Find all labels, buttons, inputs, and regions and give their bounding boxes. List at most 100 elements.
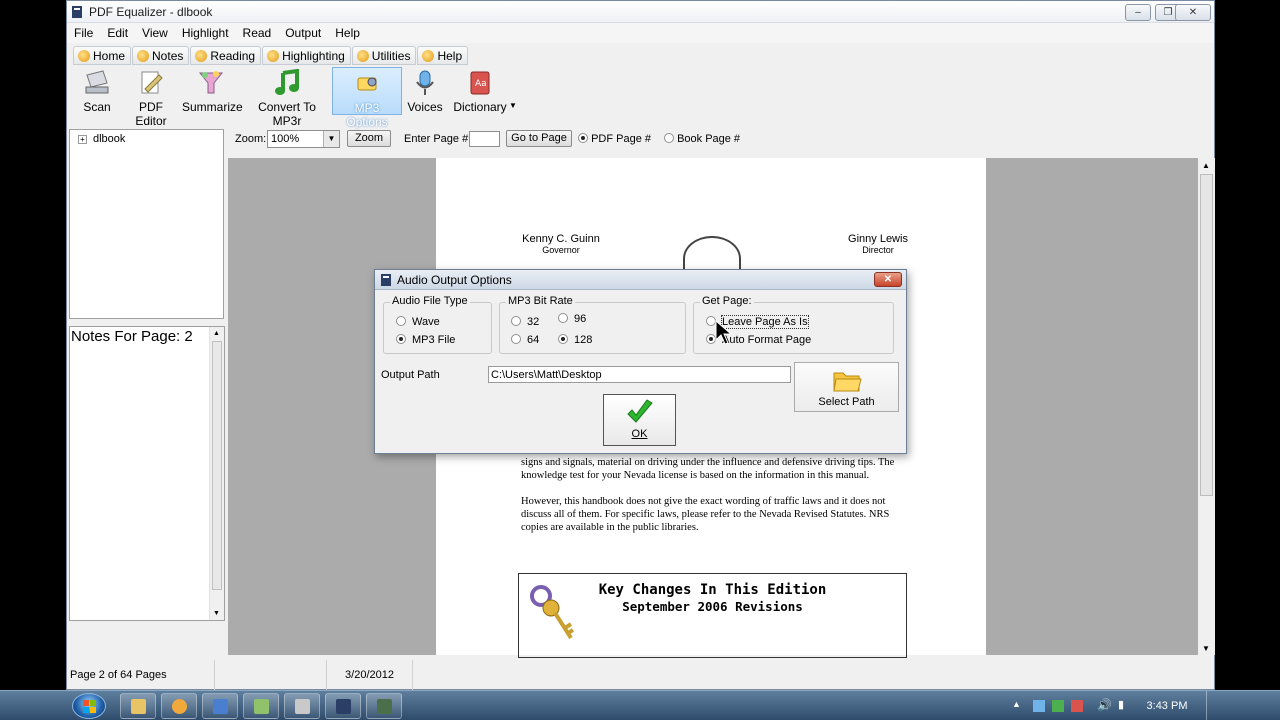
dictionary-label: Dictionary xyxy=(453,100,507,114)
page-number-input[interactable] xyxy=(469,131,500,147)
scroll-thumb[interactable] xyxy=(212,341,222,590)
scroll-up-icon[interactable]: ▲ xyxy=(1202,161,1210,170)
option-label: MP3 File xyxy=(412,334,456,346)
zoom-button[interactable]: Zoom xyxy=(347,130,391,147)
taskbar: ▲ 🔊 ▮ 3:43 PM xyxy=(0,690,1280,720)
summarize-button[interactable]: Summarize xyxy=(182,67,243,115)
expand-icon[interactable]: + xyxy=(78,135,87,144)
taskbar-pdf-equalizer[interactable] xyxy=(325,693,361,719)
radio-indicator xyxy=(664,133,674,143)
close-button[interactable]: ✕ xyxy=(1175,4,1211,21)
app-icon xyxy=(254,699,269,714)
toolbar-overflow-icon[interactable]: ▼ xyxy=(509,101,517,110)
tree-node-label: dlbook xyxy=(93,133,126,145)
bitrate-96-radio[interactable]: 96 xyxy=(558,313,586,325)
taskbar-app[interactable] xyxy=(243,693,279,719)
option-label: 96 xyxy=(574,313,587,325)
scroll-thumb[interactable] xyxy=(1200,174,1213,496)
scroll-down-icon[interactable]: ▼ xyxy=(213,610,220,617)
convert-to-mp3-button[interactable]: Convert To MP3r xyxy=(244,67,330,128)
mp3-bit-rate-group: MP3 Bit Rate 32 96 64 128 xyxy=(499,295,686,354)
group-label: Get Page: xyxy=(700,295,754,307)
show-desktop-button[interactable] xyxy=(1206,691,1216,720)
security-icon[interactable] xyxy=(1052,700,1064,712)
convert-to-mp3-label: Convert To MP3r xyxy=(258,100,316,128)
scan-button[interactable]: Scan xyxy=(79,67,115,115)
taskbar-explorer[interactable] xyxy=(120,693,156,719)
taskbar-utility[interactable] xyxy=(366,693,402,719)
scroll-up-icon[interactable]: ▲ xyxy=(213,330,220,337)
radio-indicator xyxy=(558,313,568,323)
taskbar-word[interactable] xyxy=(202,693,238,719)
notes-scrollbar[interactable]: ▲ ▼ xyxy=(209,327,224,620)
bitrate-64-radio[interactable]: 64 xyxy=(511,334,539,346)
menu-file[interactable]: File xyxy=(67,23,100,43)
wave-radio[interactable]: Wave xyxy=(396,316,440,328)
voices-button[interactable]: Voices xyxy=(407,67,443,115)
menu-read[interactable]: Read xyxy=(236,23,279,43)
tab-notes[interactable]: Notes xyxy=(132,46,190,65)
tab-icon xyxy=(422,50,435,62)
checkmark-icon xyxy=(626,399,653,423)
minimize-button[interactable]: – xyxy=(1125,4,1151,21)
dictionary-icon: Aa xyxy=(470,71,490,95)
bitrate-128-radio[interactable]: 128 xyxy=(558,334,592,346)
app-icon xyxy=(381,274,391,286)
option-label: Wave xyxy=(412,316,440,328)
page-number-label: Enter Page #: xyxy=(404,133,472,145)
dictionary-button[interactable]: Aa Dictionary xyxy=(451,67,509,115)
mp3-options-button[interactable]: MP3 Options xyxy=(332,67,402,129)
radio-indicator xyxy=(558,334,568,344)
folder-icon xyxy=(832,372,862,392)
tab-highlighting[interactable]: Highlighting xyxy=(262,46,351,65)
ok-button[interactable]: OK xyxy=(603,394,676,446)
signal-icon[interactable]: ▮ xyxy=(1118,698,1124,711)
option-label: Auto Format Page xyxy=(722,334,812,346)
output-path-input[interactable] xyxy=(488,366,791,383)
tab-icon xyxy=(195,50,208,62)
chevron-down-icon[interactable]: ▼ xyxy=(323,131,339,147)
right-name: Ginny Lewis xyxy=(848,233,908,245)
dialog-close-button[interactable]: ✕ xyxy=(874,272,902,287)
network-tool-icon[interactable] xyxy=(1033,700,1045,712)
menu-view[interactable]: View xyxy=(135,23,175,43)
start-button[interactable] xyxy=(72,693,106,719)
scroll-down-icon[interactable]: ▼ xyxy=(1202,644,1210,653)
tab-reading[interactable]: Reading xyxy=(190,46,262,65)
menu-output[interactable]: Output xyxy=(278,23,328,43)
document-scrollbar[interactable]: ▲ ▼ xyxy=(1198,158,1215,655)
pdf-page-label: PDF Page # xyxy=(591,133,651,145)
go-to-page-button[interactable]: Go to Page xyxy=(506,130,572,147)
menu-help[interactable]: Help xyxy=(328,23,367,43)
pdf-page-radio[interactable]: PDF Page # xyxy=(578,133,651,145)
taskbar-tools[interactable] xyxy=(284,693,320,719)
volume-icon[interactable]: 🔊 xyxy=(1097,698,1112,712)
system-clock[interactable]: 3:43 PM xyxy=(1132,691,1202,720)
zoom-select[interactable]: 100% ▼ xyxy=(267,130,340,148)
status-bar: Page 2 of 64 Pages 3/20/2012 xyxy=(67,660,1214,690)
notes-panel[interactable]: Notes For Page: 2 ▲ ▼ xyxy=(69,326,225,621)
tab-icon xyxy=(356,50,369,62)
pdf-editor-button[interactable]: PDF Editor xyxy=(123,67,179,128)
tab-utilities[interactable]: Utilities xyxy=(351,46,417,65)
tray-expand-icon[interactable]: ▲ xyxy=(1012,699,1021,709)
signatory-right: Ginny Lewis Director xyxy=(834,233,922,255)
tab-icon xyxy=(267,50,280,62)
radio-indicator xyxy=(511,334,521,344)
menu-highlight[interactable]: Highlight xyxy=(175,23,236,43)
tab-help[interactable]: Help xyxy=(417,46,469,65)
mp3-file-radio[interactable]: MP3 File xyxy=(396,334,455,346)
windows-logo-icon xyxy=(83,700,96,713)
summarize-label: Summarize xyxy=(182,100,243,114)
menu-edit[interactable]: Edit xyxy=(100,23,135,43)
get-page-group: Get Page: Leave Page As Is Auto Format P… xyxy=(693,295,894,354)
taskbar-browser[interactable] xyxy=(161,693,197,719)
tree-node[interactable]: + dlbook xyxy=(78,133,125,145)
tab-home[interactable]: Home xyxy=(73,46,132,65)
document-paragraph: However, this handbook does not give the… xyxy=(521,496,890,533)
book-page-radio[interactable]: Book Page # xyxy=(664,133,740,145)
update-icon[interactable] xyxy=(1071,700,1083,712)
bitrate-32-radio[interactable]: 32 xyxy=(511,316,539,328)
select-path-button[interactable]: Select Path xyxy=(794,362,899,412)
option-label: 64 xyxy=(527,334,540,346)
